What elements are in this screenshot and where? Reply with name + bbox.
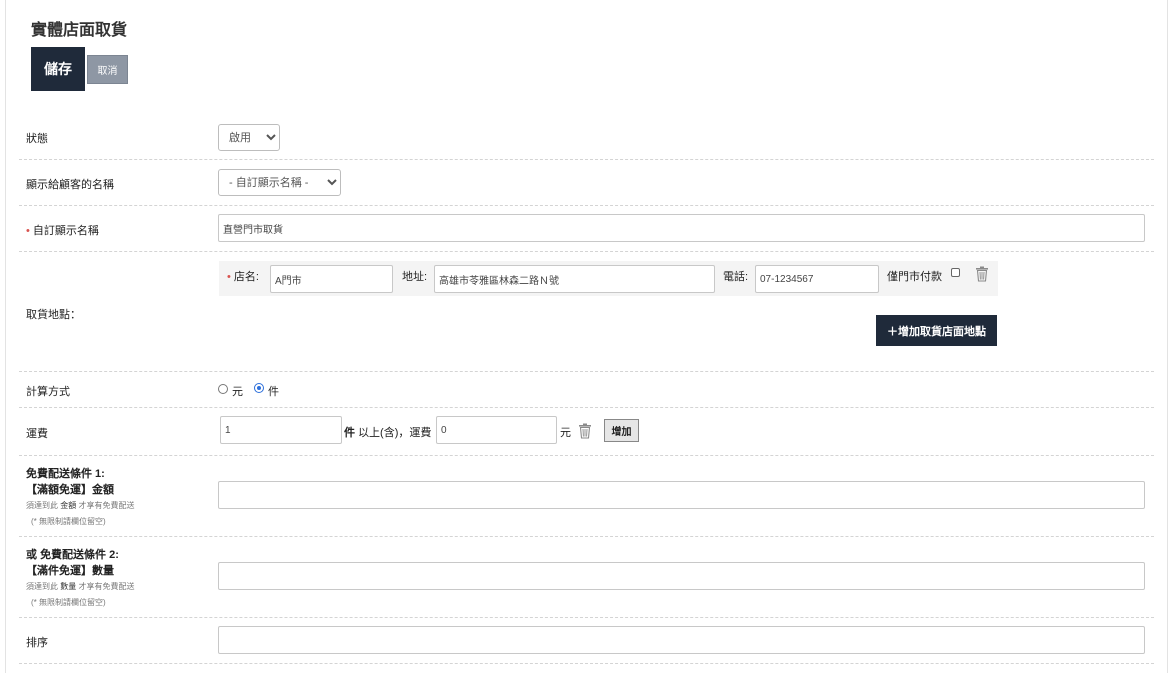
trash-icon[interactable] xyxy=(975,266,989,282)
cancel-button[interactable]: 取消 xyxy=(87,55,128,84)
display-name-label: 顯示給顧客的名稱 xyxy=(26,179,114,191)
shipping-qty-unit: 件 xyxy=(344,427,355,439)
free2-quantity-input[interactable] xyxy=(218,562,1145,590)
add-pickup-location-button[interactable]: ＋增加取貨店面地點 xyxy=(876,315,997,346)
custom-name-input[interactable] xyxy=(218,214,1145,242)
trash-icon[interactable] xyxy=(578,423,592,439)
free2-title-prefix: 或 xyxy=(26,549,37,561)
phone-label: 電話: xyxy=(723,271,749,283)
free2-note: (* 無限制請欄位留空) xyxy=(31,598,106,607)
row-divider xyxy=(19,407,1154,408)
free1-hint: 須達到此 金額 才享有免費配送 xyxy=(26,500,134,511)
pickup-label: 取貨地點： xyxy=(26,309,81,321)
store-name-input[interactable] xyxy=(270,265,393,293)
shipping-label: 運費 xyxy=(26,428,48,440)
shipping-middle-text: 以上(含)，運費 xyxy=(358,427,432,439)
store-pay-label: 僅門市付款 xyxy=(887,271,942,283)
shipping-fee-input[interactable] xyxy=(436,416,557,444)
row-divider xyxy=(19,205,1154,206)
row-divider xyxy=(19,617,1154,618)
free2-hint-prefix: 須達到此 xyxy=(26,582,58,591)
free2-hint: 須達到此 數量 才享有免費配送 xyxy=(26,581,134,592)
sort-label: 排序 xyxy=(26,637,48,649)
store-pay-checkbox[interactable] xyxy=(951,268,960,277)
row-divider xyxy=(19,663,1154,664)
add-shipping-rule-button[interactable]: 增加 xyxy=(604,419,639,442)
row-divider xyxy=(19,159,1154,160)
custom-name-label: • 自訂顯示名稱 xyxy=(26,222,99,238)
shipping-fee-unit: 元 xyxy=(560,427,571,439)
free1-hint-suffix: 才享有免費配送 xyxy=(78,501,135,510)
calc-radio-yuan[interactable] xyxy=(218,384,228,394)
display-name-select[interactable]: - 自訂顯示名稱 - xyxy=(218,169,341,196)
free2-title-text: 免費配送條件 2: xyxy=(40,549,119,561)
free1-note: (* 無限制請欄位留空) xyxy=(31,517,106,526)
required-mark: • xyxy=(26,225,30,237)
shipping-qty-text: 件 以上(含)，運費 xyxy=(344,424,431,440)
free1-hint-prefix: 須達到此 xyxy=(26,501,58,510)
address-label: 地址: xyxy=(402,271,428,283)
free2-subtitle: 【滿件免運】數量 xyxy=(26,565,114,577)
free1-hint-keyword: 金額 xyxy=(60,501,77,510)
status-label: 狀態 xyxy=(26,133,48,145)
page-title: 實體店面取貨 xyxy=(31,22,128,39)
row-divider xyxy=(19,251,1154,252)
status-select[interactable]: 啟用 xyxy=(218,124,280,151)
free2-hint-keyword: 數量 xyxy=(60,582,77,591)
free2-title: 或 免費配送條件 2: xyxy=(26,546,119,562)
store-name-label: • 店名: xyxy=(227,268,259,284)
sort-input[interactable] xyxy=(218,626,1145,654)
address-input[interactable] xyxy=(434,265,715,293)
row-divider xyxy=(19,371,1154,372)
phone-input[interactable] xyxy=(755,265,879,293)
shipping-qty-input[interactable] xyxy=(220,416,342,444)
free1-amount-input[interactable] xyxy=(218,481,1145,509)
required-mark: • xyxy=(227,271,231,283)
free1-title: 免費配送條件 1: xyxy=(26,468,105,480)
calc-option-yuan: 元 xyxy=(232,386,243,398)
calc-option-item: 件 xyxy=(268,386,279,398)
calc-radio-item[interactable] xyxy=(254,383,264,393)
row-divider xyxy=(19,536,1154,537)
calc-label: 計算方式 xyxy=(26,386,70,398)
store-name-label-text: 店名: xyxy=(233,271,259,283)
row-divider xyxy=(19,455,1154,456)
save-button[interactable]: 儲存 xyxy=(31,47,85,91)
custom-name-label-text: 自訂顯示名稱 xyxy=(32,225,99,237)
free2-hint-suffix: 才享有免費配送 xyxy=(78,582,135,591)
free1-subtitle: 【滿額免運】金額 xyxy=(26,484,114,496)
